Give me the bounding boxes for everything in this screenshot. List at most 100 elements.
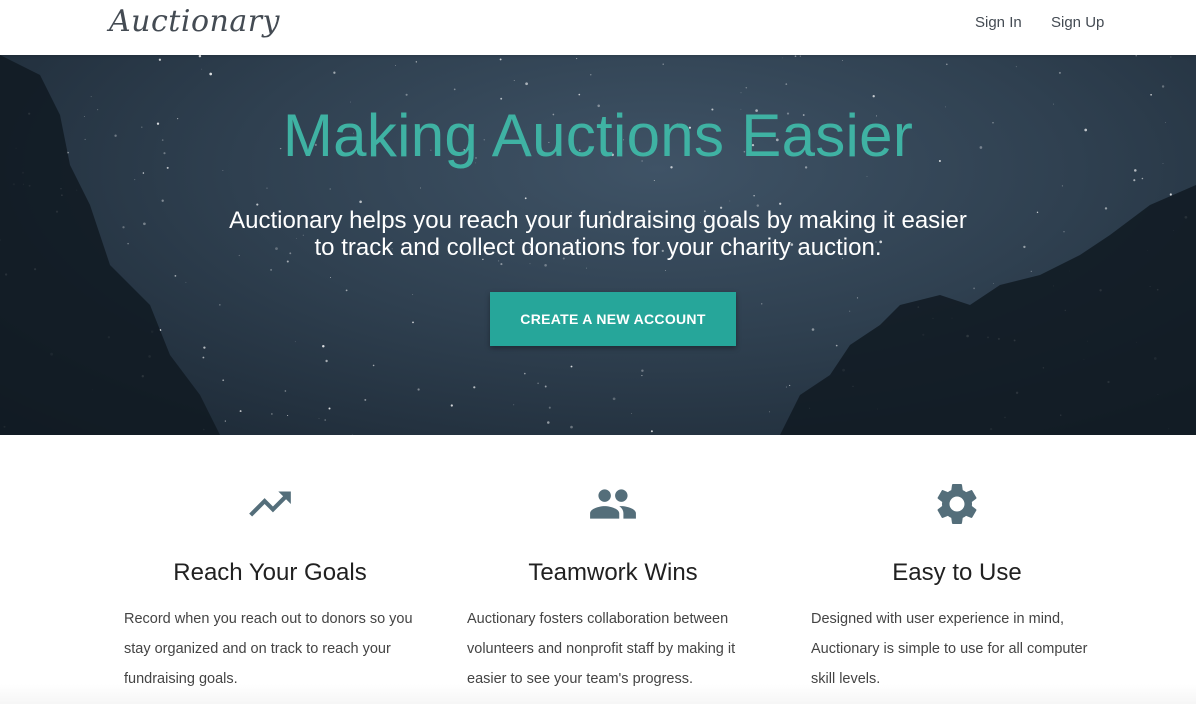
star [547,421,550,424]
feature-title: Reach Your Goals [173,559,367,586]
star [453,88,456,91]
sign-up-link[interactable]: Sign Up [1051,14,1104,31]
star [284,390,287,392]
feature-description: Designed with user experience in mind, A… [811,611,1088,687]
create-account-button[interactable]: CREATE A NEW ACCOUNT [490,292,736,346]
star [785,386,787,388]
star [513,80,515,81]
star [395,65,396,66]
star [271,413,273,415]
sign-in-link[interactable]: Sign In [975,14,1022,31]
star [239,410,242,413]
star [1135,55,1137,57]
star [359,200,362,204]
star [544,385,547,388]
bottom-fade [0,684,1196,704]
star [631,413,632,414]
star [782,57,784,59]
star [586,267,587,269]
star [1133,179,1136,182]
star [158,58,162,61]
star [524,197,527,200]
star [450,404,453,407]
star [753,195,755,197]
star [266,187,268,189]
star [779,202,782,205]
brand-logo[interactable]: Auctionary [109,4,280,39]
hero-title: Making Auctions Easier [282,102,914,169]
star [270,268,273,271]
star [799,55,801,57]
star [330,277,331,278]
star [866,176,868,177]
star [856,297,859,299]
star [789,384,791,386]
star [222,170,224,171]
star [1170,56,1172,58]
navbar: Auctionary Sign In Sign Up [0,0,1196,55]
star [945,63,948,66]
star [412,321,414,324]
star [325,359,328,363]
trending-up-icon [120,479,420,529]
star [222,379,225,382]
star [405,93,408,96]
star [324,419,326,421]
star [174,275,177,277]
gear-icon [807,479,1107,529]
star [1058,71,1061,74]
star [318,418,320,419]
star [1150,93,1152,96]
star [849,310,851,312]
star [513,404,515,406]
feature-description: Auctionary fosters collaboration between… [467,611,736,687]
star [473,386,476,389]
star [364,398,367,401]
star [420,187,421,189]
feature-easy-to-use: Easy to Use Designed with user experienc… [807,435,1107,704]
star [185,281,187,283]
star [612,397,616,401]
star [287,414,289,417]
star [662,63,664,65]
hero-subtitle: Auctionary helps you reach your fundrais… [0,207,1196,261]
star [1169,193,1172,196]
star [1061,185,1063,187]
star [209,72,213,76]
star [328,407,331,410]
star [524,372,526,375]
star [345,289,348,292]
star [835,344,838,347]
star [665,270,666,271]
star [525,82,528,86]
star [1015,66,1017,68]
star [134,179,136,181]
star [544,264,547,267]
star [90,96,92,98]
star [578,93,581,96]
star [202,356,205,359]
star [785,83,788,85]
star [653,180,655,181]
star [576,58,578,60]
star [769,411,770,413]
star [973,287,975,290]
star [570,425,573,429]
star [412,294,414,295]
star [529,263,531,265]
star [333,71,336,74]
star [500,263,503,266]
star [1161,85,1165,88]
star [329,188,331,190]
star [294,341,296,343]
star [372,364,375,367]
star [322,345,325,348]
star [745,87,748,89]
star [417,388,420,391]
star [500,97,503,100]
star [499,58,502,61]
star [993,282,995,284]
feature-reach-goals: Reach Your Goals Record when you reach o… [120,435,420,704]
star [842,60,844,62]
star [740,92,742,94]
